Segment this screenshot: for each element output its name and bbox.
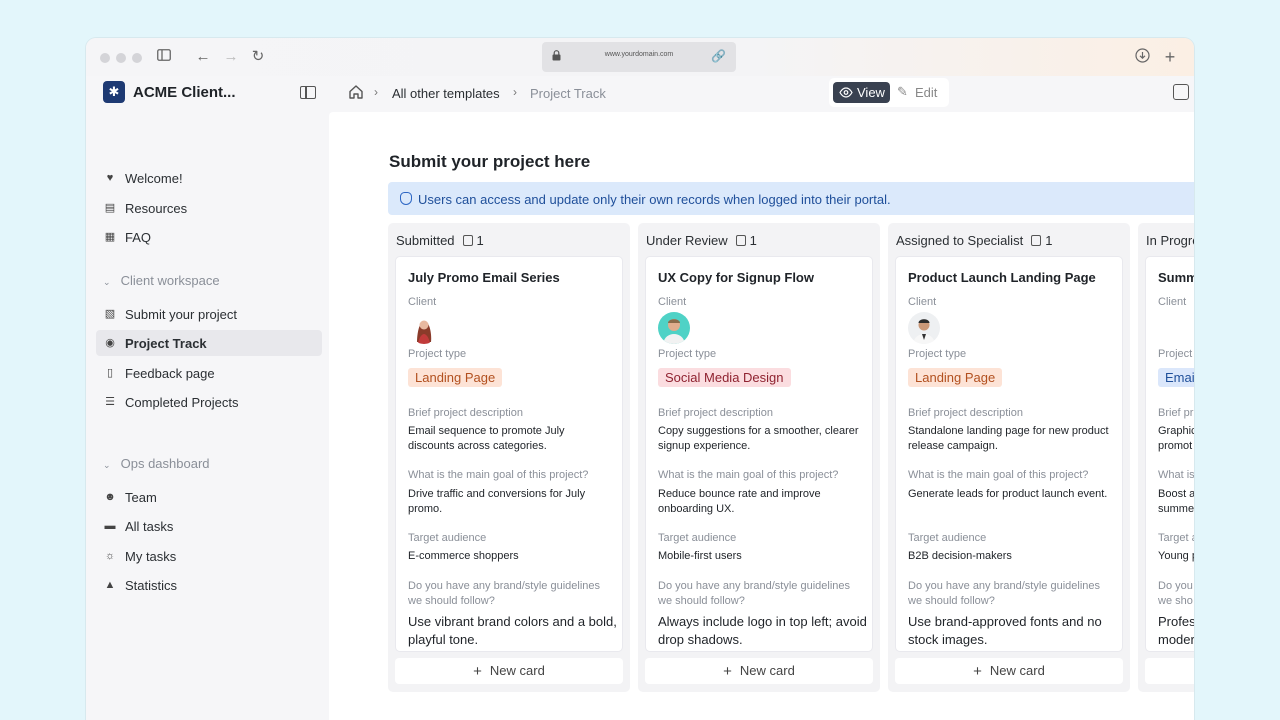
book-icon: ▦ — [104, 231, 116, 243]
link-icon[interactable]: 🔗 — [711, 49, 726, 63]
chevron-right-icon: › — [374, 85, 378, 99]
sidebar-item-welcome[interactable]: ♥ Welcome! — [96, 165, 322, 191]
project-card[interactable]: UX Copy for Signup Flow Client Project t… — [645, 256, 873, 652]
chart-icon: ▲ — [104, 579, 116, 591]
heart-icon: ♥ — [106, 172, 114, 184]
column-header: Submitted 1 — [396, 233, 484, 248]
sidebar-item-all-tasks[interactable]: ▬ All tasks — [96, 513, 322, 539]
reload-icon[interactable]: ↻ — [249, 48, 267, 66]
database-icon: ☰ — [105, 396, 115, 408]
address-bar[interactable]: www.yourdomain.com 🔗 — [542, 42, 736, 72]
new-card-button[interactable] — [1145, 658, 1194, 684]
window-maximize-dot[interactable] — [132, 53, 142, 63]
pencil-icon: ✎ — [897, 84, 908, 99]
copy-icon — [462, 235, 473, 246]
browser-toolbar: ← → ↻ www.yourdomain.com 🔗 + — [86, 38, 1194, 76]
window-close-dot[interactable] — [100, 53, 110, 63]
chevron-right-icon: › — [513, 85, 517, 99]
sidebar-toggle-icon[interactable] — [155, 48, 173, 66]
sidebar-item-statistics[interactable]: ▲ Statistics — [96, 572, 322, 598]
eye-icon: ◉ — [105, 337, 115, 349]
view-button[interactable]: View — [833, 82, 890, 103]
kanban-column-submitted: Submitted 1 July Promo Email Series Clien… — [388, 223, 630, 692]
new-card-button[interactable]: + New card — [895, 658, 1123, 684]
collapse-sidebar-icon[interactable] — [300, 86, 316, 99]
app-title[interactable]: ACME Client... — [133, 84, 236, 101]
window-minimize-dot[interactable] — [116, 53, 126, 63]
eye-icon — [839, 87, 853, 98]
browser-window: ← → ↻ www.yourdomain.com 🔗 + ✱ ACME Clie… — [86, 38, 1194, 720]
new-card-button[interactable]: + New card — [645, 658, 873, 684]
new-tab-icon[interactable]: + — [1161, 48, 1179, 66]
project-card[interactable]: July Promo Email Series Client Project t… — [395, 256, 623, 652]
view-edit-toggle: View ✎ Edit — [829, 78, 949, 107]
copy-icon — [1031, 235, 1042, 246]
sidebar-item-resources[interactable]: ▤ Resources — [96, 195, 322, 221]
person-scan-icon: ☼ — [104, 550, 116, 562]
main-content: Submit your project here Users can acces… — [329, 112, 1194, 720]
breadcrumb-project-track[interactable]: Project Track — [530, 86, 606, 101]
client-avatar — [908, 312, 940, 344]
download-icon[interactable] — [1133, 48, 1151, 66]
comment-icon: ▯ — [106, 367, 114, 379]
info-banner: Users can access and update only their o… — [388, 182, 1194, 215]
file-icon: ▧ — [104, 308, 116, 320]
shield-icon — [400, 192, 412, 205]
sidebar-item-my-tasks[interactable]: ☼ My tasks — [96, 543, 322, 569]
plus-icon: + — [973, 663, 982, 680]
app-logo-icon[interactable]: ✱ — [103, 81, 125, 103]
page-header: › All other templates › Project Track Vi… — [329, 76, 1194, 112]
section-client-workspace[interactable]: ⌄ Client workspace — [103, 273, 220, 288]
sidebar-item-completed-projects[interactable]: ☰ Completed Projects — [96, 389, 322, 415]
users-icon: ☻ — [104, 491, 116, 503]
kanban-column-in-progress: In Progre Summ Client Project Emai Brief… — [1138, 223, 1194, 692]
sidebar-item-feedback[interactable]: ▯ Feedback page — [96, 360, 322, 386]
chevron-down-icon: ⌄ — [103, 277, 111, 287]
chevron-down-icon: ⌄ — [103, 460, 111, 470]
kanban-column-assigned: Assigned to Specialist 1 Product Launch L… — [888, 223, 1130, 692]
page-title: Submit your project here — [389, 152, 591, 171]
breadcrumb-all-templates[interactable]: All other templates — [392, 86, 500, 101]
new-card-button[interactable]: + New card — [395, 658, 623, 684]
project-type-tag: Landing Page — [908, 368, 1003, 387]
sidebar-item-faq[interactable]: ▦ FAQ — [96, 224, 322, 250]
sidebar: ✱ ACME Client... ♥ Welcome! ▤ Resources … — [86, 76, 329, 720]
project-type-tag: Social Media Design — [658, 368, 791, 387]
home-icon[interactable] — [348, 84, 364, 100]
kanban-column-under-review: Under Review 1 UX Copy for Signup Flow Cl… — [638, 223, 880, 692]
list-icon: ▬ — [104, 520, 116, 532]
sidebar-item-team[interactable]: ☻ Team — [96, 484, 322, 510]
project-type-tag: Landing Page — [408, 368, 503, 387]
back-arrow-icon[interactable]: ← — [194, 48, 212, 66]
plus-icon: + — [473, 663, 482, 680]
client-avatar — [658, 312, 690, 344]
project-card[interactable]: Product Launch Landing Page Client Proje… — [895, 256, 1123, 652]
forward-arrow-icon[interactable]: → — [222, 48, 240, 66]
url-text: www.yourdomain.com — [604, 51, 674, 58]
sidebar-item-project-track[interactable]: ◉ Project Track — [96, 330, 322, 356]
project-card[interactable]: Summ Client Project Emai Brief pr Graphi… — [1145, 256, 1194, 652]
plus-icon: + — [723, 663, 732, 680]
section-ops-dashboard[interactable]: ⌄ Ops dashboard — [103, 456, 210, 471]
copy-icon — [735, 235, 746, 246]
project-type-tag: Emai — [1158, 368, 1194, 387]
sidebar-item-submit-project[interactable]: ▧ Submit your project — [96, 301, 322, 327]
column-header: In Progre — [1146, 233, 1194, 248]
column-header: Under Review 1 — [646, 233, 757, 248]
column-header: Assigned to Specialist 1 — [896, 233, 1053, 248]
document-icon: ▤ — [104, 202, 116, 214]
user-profile-icon[interactable] — [1173, 84, 1189, 100]
client-avatar — [408, 312, 440, 344]
